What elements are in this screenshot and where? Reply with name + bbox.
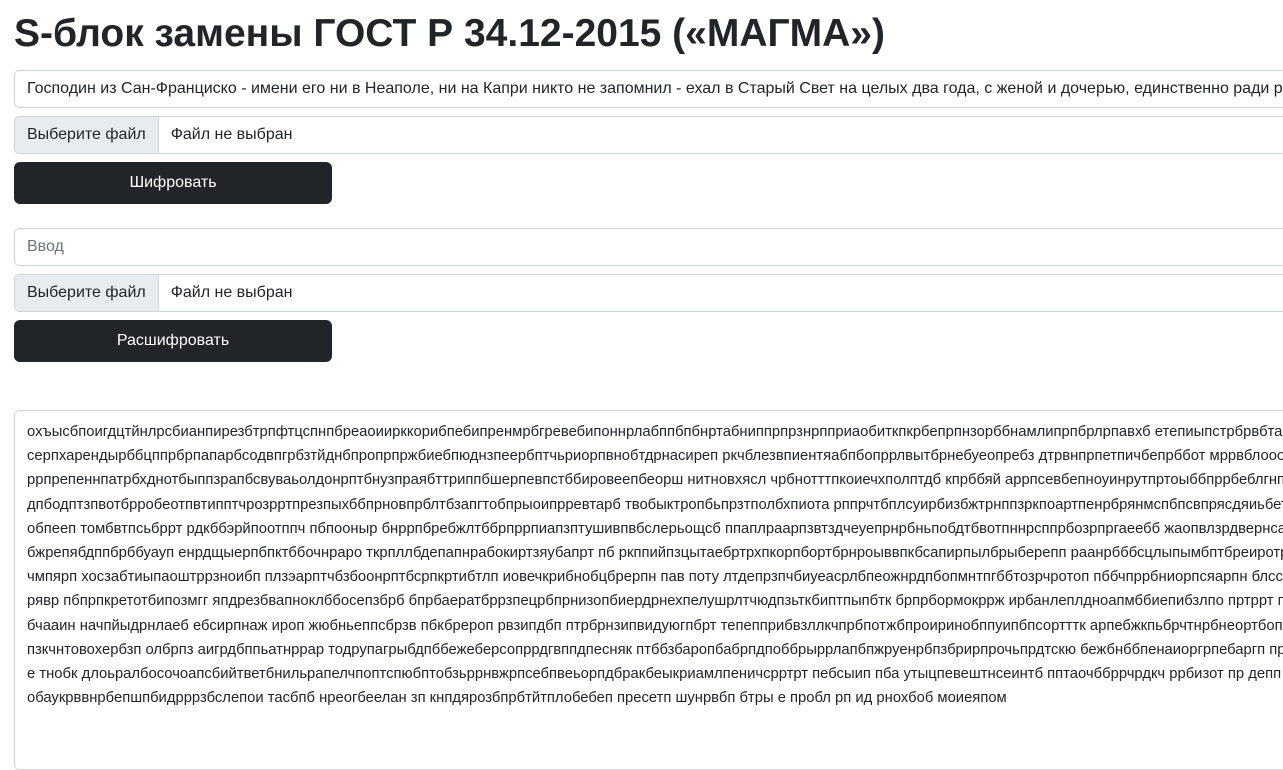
encrypt-file-status: Файл не выбран (170, 126, 293, 143)
plaintext-input[interactable] (14, 70, 1283, 108)
encrypt-button[interactable]: Шифровать (14, 162, 332, 204)
decrypt-file-input[interactable]: Выберите файл Файл не выбран (14, 274, 1283, 312)
decrypt-file-status: Файл не выбран (170, 284, 293, 301)
page-title: S-блок замены ГОСТ Р 34.12-2015 («МАГМА»… (14, 12, 885, 55)
encrypt-file-input[interactable]: Выберите файл Файл не выбран (14, 116, 1283, 154)
decrypt-button[interactable]: Расшифровать (14, 320, 332, 362)
decrypt-file-choose-button[interactable]: Выберите файл (15, 275, 159, 311)
encrypt-file-choose-button[interactable]: Выберите файл (15, 117, 159, 153)
ciphertext-input[interactable] (14, 228, 1283, 266)
output-textarea[interactable]: охъысбпоигдцтйнлрсбианпирезбтрпфтцспнпбр… (14, 410, 1283, 770)
